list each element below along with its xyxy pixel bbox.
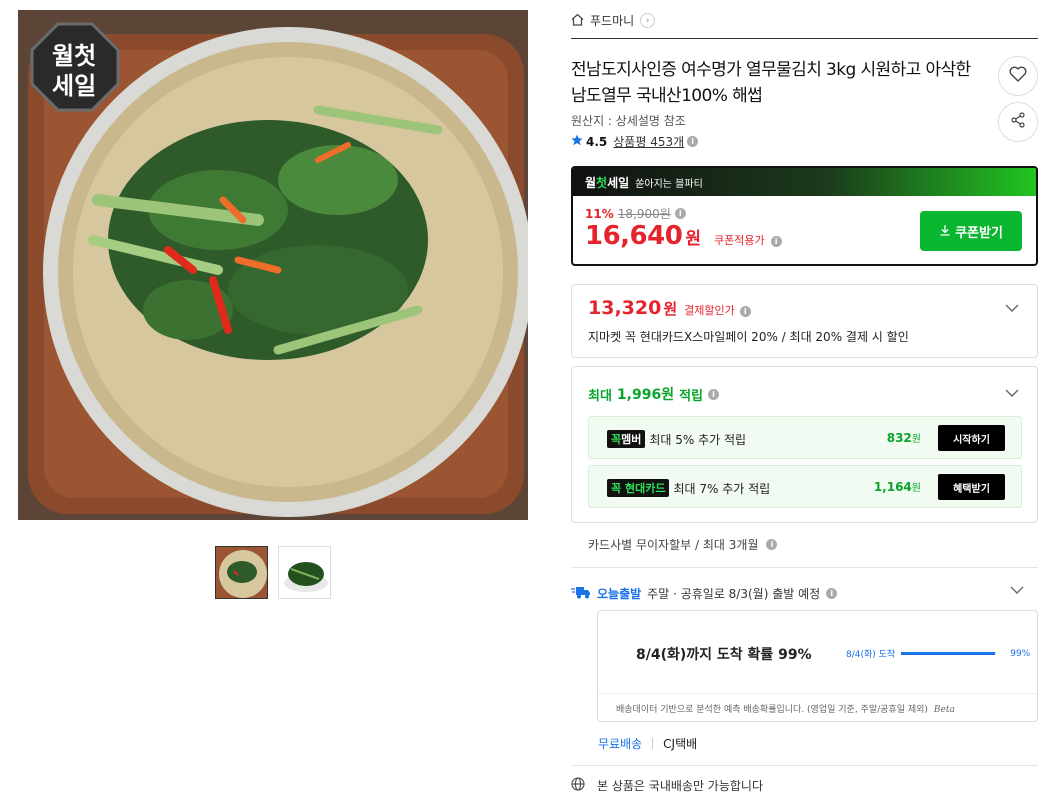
bar-percent: 99% (1010, 648, 1031, 659)
delivery-note: 배송데이터 기반으로 분석한 예측 배송확률입니다. (영업일 기준, 주말/공… (616, 705, 955, 715)
card-discount-desc: 지마켓 꼭 현대카드X스마일페이 20% / 최대 20% 결제 시 할인 (588, 330, 909, 344)
delivery-schedule: 주말 · 공휴일로 8/3(월) 출발 예정 (647, 587, 821, 601)
sale-banner: 월첫세일 쏟아지는 블파티 (573, 168, 1036, 196)
card-price: 13,320 (588, 297, 662, 319)
share-button[interactable] (998, 102, 1038, 142)
card-price-label: 결제할인가 (684, 304, 735, 317)
points-title: 최대 1,996원 적립 i (588, 384, 720, 404)
info-icon[interactable]: i (687, 136, 699, 147)
get-coupon-button[interactable]: 쿠폰받기 (920, 211, 1022, 251)
discount-rate: 11% (585, 206, 614, 221)
chevron-down-icon[interactable] (1005, 386, 1019, 402)
delivery-brand: 오늘출발 (597, 587, 642, 601)
get-coupon-label: 쿠폰받기 (955, 224, 1003, 240)
origin-text: 원산지 : 상세설명 참조 (571, 114, 686, 128)
chevron-down-icon[interactable] (1010, 583, 1024, 599)
bar-track (901, 652, 997, 655)
thumbnail-1[interactable] (215, 546, 268, 599)
chevron-right-icon[interactable]: › (640, 13, 656, 28)
installment-info: 카드사별 무이자할부 / 최대 3개월 i (588, 536, 778, 553)
download-icon (939, 224, 951, 239)
shipping-row: 무료배송 CJ택배 (598, 735, 697, 752)
sale-badge: 월첫 세일 (30, 22, 120, 112)
get-benefit-button[interactable]: 혜택받기 (938, 474, 1005, 500)
coupon-price-box: 월첫세일 쏟아지는 블파티 11% 18,900원 i 16,640 원 쿠폰적… (571, 166, 1038, 266)
delivery-probability-card: 8/4(화)까지 도착 확률 99% 8/4(화) 도착 99% 배송데이터 기… (597, 610, 1038, 722)
delivery-header: 오늘출발 주말 · 공휴일로 8/3(월) 출발 예정 i (571, 585, 838, 602)
benefit-amount: 832원 (886, 431, 921, 445)
sale-banner-logo: 월첫세일 (585, 175, 630, 190)
svg-text:월첫: 월첫 (52, 43, 96, 70)
rating-score: 4.5 (586, 134, 608, 149)
delivery-probability-text: 8/4(화)까지 도착 확률 99% (636, 647, 812, 663)
domestic-shipping-notice: 본 상품은 국내배송만 가능합니다 (571, 777, 763, 794)
thumbnail-2[interactable] (278, 546, 331, 599)
card-discount-box[interactable]: 13,320 원 결제할인가 i 지마켓 꼭 현대카드X스마일페이 20% / … (571, 284, 1038, 358)
chevron-down-icon[interactable] (1005, 301, 1019, 317)
card-price-unit: 원 (663, 300, 678, 318)
divider (571, 567, 1038, 568)
rating: 4.5 상품평 453개 i (571, 133, 699, 150)
info-icon[interactable]: i (739, 306, 751, 317)
card-price-row: 13,320 원 결제할인가 i (588, 297, 751, 319)
thumbnail-list (215, 546, 331, 599)
info-icon[interactable]: i (770, 236, 782, 247)
wishlist-button[interactable] (998, 56, 1038, 96)
member-benefit-row: 꼭멤버 최대 5% 추가 적립 832원 시작하기 (588, 416, 1022, 459)
card-tag: 꼭 현대카드 (607, 479, 670, 497)
product-title: 전남도지사인증 여수명가 열무물김치 3kg 시원하고 아삭한 남도열무 국내산… (571, 60, 971, 106)
sale-price-label: 쿠폰적용가 (713, 234, 765, 247)
start-button[interactable]: 시작하기 (938, 425, 1005, 451)
carrier-name: CJ택배 (663, 737, 698, 751)
sale-banner-subtitle: 쏟아지는 블파티 (635, 178, 703, 190)
card-benefit-row: 꼭 현대카드 최대 7% 추가 적립 1,164원 혜택받기 (588, 465, 1022, 508)
share-icon (1010, 112, 1026, 132)
free-shipping-label: 무료배송 (598, 737, 643, 751)
info-icon[interactable]: i (708, 388, 720, 400)
sale-price-unit: 원 (685, 229, 701, 249)
member-tag: 꼭멤버 (607, 430, 646, 448)
points-box: 최대 1,996원 적립 i 꼭멤버 최대 5% 추가 적립 832원 시작하기… (571, 366, 1038, 523)
globe-icon (571, 777, 585, 794)
heart-icon (1009, 66, 1027, 86)
truck-icon (571, 585, 591, 602)
benefit-amount: 1,164원 (873, 480, 921, 494)
svg-text:세일: 세일 (52, 73, 96, 100)
discount-row: 11% 18,900원 i (585, 205, 686, 222)
bar-label: 8/4(화) 도착 (846, 650, 896, 660)
sale-price: 16,640 (585, 221, 683, 251)
info-icon[interactable]: i (826, 588, 838, 599)
info-icon[interactable]: i (766, 539, 778, 550)
divider (598, 693, 1037, 694)
sale-price-row: 16,640 원 쿠폰적용가 i (585, 221, 782, 251)
review-count-link[interactable]: 상품평 453개 (613, 133, 684, 150)
breadcrumb: 푸드마니 › (571, 12, 656, 29)
home-icon[interactable] (571, 13, 584, 29)
main-product-image: 월첫 세일 (18, 10, 528, 520)
benefit-text: 최대 5% 추가 적립 (649, 432, 747, 447)
star-icon (571, 134, 583, 149)
bar-fill (901, 652, 996, 655)
benefit-text: 최대 7% 추가 적립 (673, 481, 771, 496)
shop-link[interactable]: 푸드마니 (590, 12, 634, 29)
divider (652, 738, 654, 749)
points-amount: 1,996원 (616, 387, 675, 403)
beta-label: Beta (933, 705, 955, 715)
divider (571, 38, 1038, 39)
delivery-probability-bar: 8/4(화) 도착 99% (846, 647, 1031, 661)
info-icon[interactable]: i (674, 208, 686, 219)
divider (571, 765, 1038, 766)
original-price: 18,900원 (617, 207, 671, 221)
